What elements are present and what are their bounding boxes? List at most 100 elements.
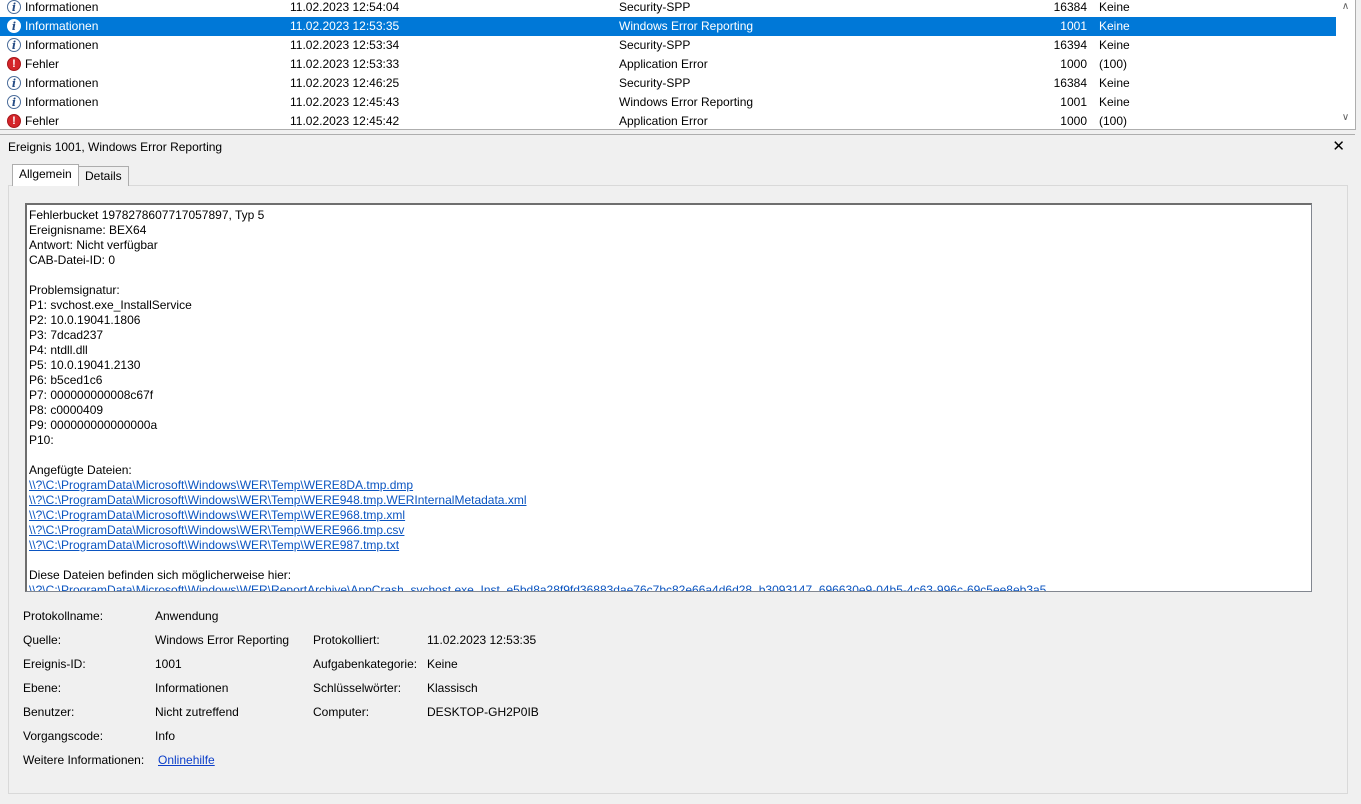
row-category: Keine xyxy=(1099,19,1130,33)
row-event-id: 1000 xyxy=(1060,57,1087,71)
scroll-up-arrow-icon[interactable]: ∧ xyxy=(1337,1,1354,12)
close-icon[interactable]: ✕ xyxy=(1332,137,1345,155)
row-date: 11.02.2023 12:54:04 xyxy=(290,0,400,14)
row-event-id: 16394 xyxy=(1053,38,1087,52)
prop-label-benutzer: Benutzer: xyxy=(23,705,75,719)
description-line: Angefügte Dateien: xyxy=(29,463,132,477)
table-row[interactable]: i Informationen 11.02.2023 12:53:34 Securit… xyxy=(0,36,1336,55)
prop-label-protokollname: Protokollname: xyxy=(23,609,104,623)
scroll-down-arrow-icon[interactable]: ∨ xyxy=(1337,112,1354,123)
tab-details[interactable]: Details xyxy=(78,166,129,186)
detail-header: Ereignis 1001, Windows Error Reporting ✕ xyxy=(0,134,1355,157)
row-source: Application Error xyxy=(619,57,708,71)
table-row[interactable]: i Informationen 11.02.2023 12:53:35 Windows… xyxy=(0,17,1336,36)
prop-label-computer: Computer: xyxy=(313,705,370,719)
description-line: P3: 7dcad237 xyxy=(29,328,104,342)
prop-value-schluesselwoerter: Klassisch xyxy=(427,681,478,695)
description-line: P9: 000000000000000a xyxy=(29,418,158,432)
table-row[interactable]: ! Fehler 11.02.2023 12:45:42 Application Er… xyxy=(0,112,1336,129)
row-level: Informationen xyxy=(25,95,99,109)
prop-label-weitere-informationen: Weitere Informationen: xyxy=(23,753,145,767)
prop-label-schluesselwoerter: Schlüsselwörter: xyxy=(313,681,402,695)
description-line: P10: xyxy=(29,433,54,447)
row-date: 11.02.2023 12:45:43 xyxy=(290,95,400,109)
row-source: Security-SPP xyxy=(619,0,691,14)
row-category: Keine xyxy=(1099,76,1130,90)
prop-value-ebene: Informationen xyxy=(155,681,229,695)
description-line: P6: b5ced1c6 xyxy=(29,373,103,387)
row-date: 11.02.2023 12:53:35 xyxy=(290,19,400,33)
description-line: Ereignisname: BEX64 xyxy=(29,223,147,237)
row-date: 11.02.2023 12:53:34 xyxy=(290,38,400,52)
file-path-link[interactable]: \\?\C:\ProgramData\Microsoft\Windows\WER… xyxy=(29,508,405,523)
prop-label-ereignis-id: Ereignis-ID: xyxy=(23,657,86,671)
file-path-link[interactable]: \\?\C:\ProgramData\Microsoft\Windows\WER… xyxy=(29,538,399,553)
prop-value-ereignis-id: 1001 xyxy=(155,657,182,671)
file-path-link[interactable]: \\?\C:\ProgramData\Microsoft\Windows\WER… xyxy=(29,583,1046,591)
description-line: P5: 10.0.19041.2130 xyxy=(29,358,141,372)
prop-label-protokolliert: Protokolliert: xyxy=(313,633,380,647)
prop-label-quelle: Quelle: xyxy=(23,633,62,647)
info-icon: i xyxy=(7,0,21,14)
description-line: Antwort: Nicht verfügbar xyxy=(29,238,158,252)
tab-allgemein[interactable]: Allgemein xyxy=(12,164,79,186)
row-level: Informationen xyxy=(25,38,99,52)
row-source: Windows Error Reporting xyxy=(619,19,754,33)
info-icon: i xyxy=(7,19,21,33)
prop-value-benutzer: Nicht zutreffend xyxy=(155,705,239,719)
row-source: Application Error xyxy=(619,114,708,128)
row-level: Informationen xyxy=(25,19,99,33)
description-line: Fehlerbucket 1978278607717057897, Typ 5 xyxy=(29,208,265,222)
onlinehilfe-link[interactable]: Onlinehilfe xyxy=(158,753,215,767)
description-line: P2: 10.0.19041.1806 xyxy=(29,313,141,327)
row-event-id: 1000 xyxy=(1060,114,1087,128)
row-event-id: 1001 xyxy=(1060,95,1087,109)
info-icon: i xyxy=(7,38,21,52)
table-row[interactable]: ! Fehler 11.02.2023 12:53:33 Application Er… xyxy=(0,55,1336,74)
prop-label-ebene: Ebene: xyxy=(23,681,62,695)
description-line: Diese Dateien befinden sich möglicherwei… xyxy=(29,568,292,582)
info-icon: i xyxy=(7,95,21,109)
info-icon: i xyxy=(7,76,21,90)
description-line: P4: ntdll.dll xyxy=(29,343,88,357)
detail-title: Ereignis 1001, Windows Error Reporting xyxy=(8,140,223,154)
row-event-id: 16384 xyxy=(1053,76,1087,90)
description-line: Problemsignatur: xyxy=(29,283,120,297)
error-icon: ! xyxy=(7,114,21,128)
event-list[interactable]: i Informationen 11.02.2023 12:54:04 Securit… xyxy=(0,0,1356,130)
description-line: CAB-Datei-ID: 0 xyxy=(29,253,116,267)
prop-value-vorgangscode: Info xyxy=(155,729,176,743)
row-level: Fehler xyxy=(25,114,60,128)
row-source: Windows Error Reporting xyxy=(619,95,754,109)
table-row[interactable]: i Informationen 11.02.2023 12:54:04 Securit… xyxy=(0,0,1336,17)
description-line: P8: c0000409 xyxy=(29,403,104,417)
file-path-link[interactable]: \\?\C:\ProgramData\Microsoft\Windows\WER… xyxy=(29,478,413,493)
event-list-scrollbar[interactable]: ∧ ∨ xyxy=(1337,0,1354,129)
row-category: Keine xyxy=(1099,95,1130,109)
prop-value-protokollname: Anwendung xyxy=(155,609,219,623)
file-path-link[interactable]: \\?\C:\ProgramData\Microsoft\Windows\WER… xyxy=(29,493,526,508)
table-row[interactable]: i Informationen 11.02.2023 12:45:43 Windows… xyxy=(0,93,1336,112)
row-category: (100) xyxy=(1099,114,1128,128)
row-level: Informationen xyxy=(25,0,99,14)
event-description[interactable]: \\?\C:\ProgramData\Microsoft\Windows\WER… xyxy=(25,203,1312,592)
prop-label-vorgangscode: Vorgangscode: xyxy=(23,729,104,743)
description-line: P1: svchost.exe_InstallService xyxy=(29,298,192,312)
prop-value-protokolliert: 11.02.2023 12:53:35 xyxy=(427,633,537,647)
prop-value-computer: DESKTOP-GH2P0IB xyxy=(427,705,539,719)
row-date: 11.02.2023 12:46:25 xyxy=(290,76,400,90)
row-level: Fehler xyxy=(25,57,60,71)
error-icon: ! xyxy=(7,57,21,71)
table-row[interactable]: i Informationen 11.02.2023 12:46:25 Securit… xyxy=(0,74,1336,93)
row-source: Security-SPP xyxy=(619,38,691,52)
row-category: Keine xyxy=(1099,38,1130,52)
row-category: Keine xyxy=(1099,0,1130,14)
row-event-id: 16384 xyxy=(1053,0,1087,14)
row-event-id: 1001 xyxy=(1060,19,1087,33)
row-source: Security-SPP xyxy=(619,76,691,90)
prop-value-aufgabenkategorie: Keine xyxy=(427,657,458,671)
row-category: (100) xyxy=(1099,57,1128,71)
file-path-link[interactable]: \\?\C:\ProgramData\Microsoft\Windows\WER… xyxy=(29,523,404,538)
row-date: 11.02.2023 12:45:42 xyxy=(290,114,400,128)
row-date: 11.02.2023 12:53:33 xyxy=(290,57,400,71)
